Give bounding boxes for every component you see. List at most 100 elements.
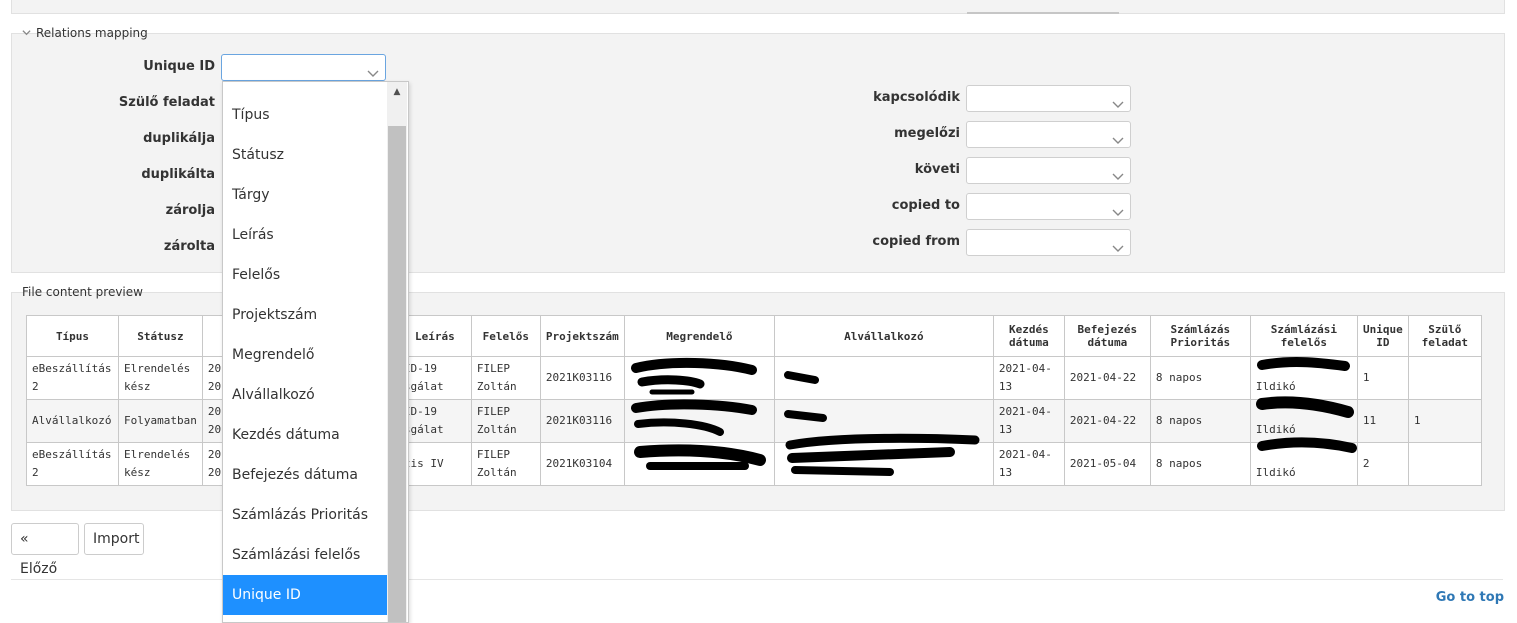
table-cell: eBeszállítás 2 [26, 356, 119, 400]
chevron-down-icon [1112, 94, 1124, 108]
chevron-down-icon [1112, 202, 1124, 216]
column-header: Projektszám [539, 315, 625, 357]
dropdown-option[interactable]: Számlázási felelős [223, 535, 387, 575]
label-copied-from: copied from [872, 234, 960, 249]
file-preview-legend: File content preview [22, 285, 143, 299]
table-cell: 1 [1356, 356, 1409, 400]
table-cell: Folyamatban [118, 399, 203, 443]
column-header: Szülő feladat [1407, 315, 1482, 357]
dropdown-option[interactable]: Kezdés dátuma [223, 415, 387, 455]
table-cell [1407, 356, 1482, 400]
table-cell: tis IV [397, 442, 472, 486]
label-zarolta: zárolta [163, 239, 215, 254]
table-cell: Elrendelés kész [118, 356, 203, 400]
column-header: Unique ID [1356, 315, 1409, 357]
chevron-down-icon [1112, 166, 1124, 180]
table-cell [623, 399, 775, 443]
table-cell: 11 [1356, 399, 1409, 443]
column-header: Státusz [118, 315, 203, 357]
unique-id-select[interactable] [221, 54, 386, 81]
dropdown-option[interactable]: Alvállalkozó [223, 375, 387, 415]
table-cell: 2021-04-13 [992, 442, 1065, 486]
chevron-down-icon [367, 63, 379, 77]
table-cell: FILEP Zoltán [470, 356, 541, 400]
column-header: Számlázás Prioritás [1149, 315, 1251, 357]
table-cell: 2 [1356, 442, 1409, 486]
table-cell: 2021-05-04 [1063, 442, 1151, 486]
copied-to-select[interactable] [966, 193, 1131, 220]
chevron-down-icon [22, 28, 32, 40]
table-cell: Alvállalkozó [26, 399, 119, 443]
dropdown-option[interactable]: Megrendelő [223, 335, 387, 375]
label-unique-id: Unique ID [143, 59, 215, 74]
table-cell: 2021-04-13 [992, 399, 1065, 443]
dropdown-option[interactable]: Tárgy [223, 175, 387, 215]
dropdown-option-selected[interactable]: Unique ID [223, 575, 387, 615]
label-duplikalja: duplikálja [143, 131, 215, 146]
table-cell [773, 442, 994, 486]
table-cell: Ildikó [1249, 442, 1358, 486]
column-header: Számlázási felelős [1249, 315, 1358, 357]
table-cell: eBeszállítás 2 [26, 442, 119, 486]
label-megelozi: megelőzi [894, 126, 960, 141]
table-cell: 2021-04-22 [1063, 399, 1151, 443]
relations-mapping-legend[interactable]: Relations mapping [22, 26, 148, 40]
column-header: Típus [26, 315, 119, 357]
column-header: Alvállalkozó [773, 315, 994, 357]
previous-button[interactable]: « Előző [11, 523, 79, 577]
table-cell: FILEP Zoltán [470, 442, 541, 486]
label-copied-to: copied to [891, 198, 960, 213]
kapcsolodik-select[interactable] [966, 85, 1131, 112]
dropdown-scrollbar[interactable]: ▲ [387, 82, 407, 622]
column-header: Felelős [470, 315, 541, 357]
table-cell [623, 356, 775, 400]
dropdown-option[interactable]: Befejezés dátuma [223, 455, 387, 495]
go-to-top-link[interactable]: Go to top [1436, 590, 1504, 605]
table-cell: Elrendelés kész [118, 442, 203, 486]
dropdown-option[interactable]: Felelős [223, 255, 387, 295]
megelozi-select[interactable] [966, 121, 1131, 148]
label-zarolja: zárolja [165, 203, 215, 218]
chevron-down-icon [1112, 130, 1124, 144]
unique-id-dropdown-list[interactable]: Típus Státusz Tárgy Leírás Felelős Proje… [222, 81, 409, 623]
label-kapcsolodik: kapcsolódik [873, 90, 960, 105]
table-cell [773, 356, 994, 400]
table-cell: Ildikó [1249, 356, 1358, 400]
label-duplikalta: duplikálta [141, 167, 215, 182]
copied-from-select[interactable] [966, 229, 1131, 256]
label-szulo-feladat: Szülő feladat [118, 95, 215, 110]
dropdown-option[interactable]: Leírás [223, 215, 387, 255]
table-cell [623, 442, 775, 486]
column-header: Megrendelő [623, 315, 775, 357]
dropdown-option[interactable]: Státusz [223, 135, 387, 175]
column-header: Befejezés dátuma [1063, 315, 1151, 357]
dropdown-option[interactable]: Projektszám [223, 295, 387, 335]
table-cell: 2021K03104 [539, 442, 625, 486]
table-cell: ID-19 sgálat [397, 356, 472, 400]
table-cell: 2021-04-13 [992, 356, 1065, 400]
column-header: Kezdés dátuma [992, 315, 1065, 357]
dropdown-option[interactable]: Számlázás Prioritás [223, 495, 387, 535]
table-cell: FILEP Zoltán [470, 399, 541, 443]
label-koveti: követi [914, 162, 960, 177]
scrollbar-thumb[interactable] [388, 126, 406, 622]
relations-mapping-title: Relations mapping [36, 26, 148, 40]
table-cell: 8 napos [1149, 442, 1251, 486]
dropdown-option[interactable]: Típus [223, 95, 387, 135]
import-button[interactable]: Import [84, 523, 144, 555]
table-cell: 2021K03116 [539, 356, 625, 400]
koveti-select[interactable] [966, 157, 1131, 184]
column-header: Leírás [397, 315, 472, 357]
table-cell: 2021K03116 [539, 399, 625, 443]
table-cell [1407, 442, 1482, 486]
scroll-up-arrow-icon[interactable]: ▲ [387, 82, 407, 102]
table-cell: 8 napos [1149, 356, 1251, 400]
table-cell: 1 [1407, 399, 1482, 443]
table-cell: Ildikó [1249, 399, 1358, 443]
table-cell: 2021-04-22 [1063, 356, 1151, 400]
table-cell: 8 napos [1149, 399, 1251, 443]
table-cell: ID-19 sgálat [397, 399, 472, 443]
chevron-down-icon [1112, 238, 1124, 252]
previous-section-panel [11, 0, 1505, 14]
previous-section-field[interactable] [967, 0, 1119, 14]
